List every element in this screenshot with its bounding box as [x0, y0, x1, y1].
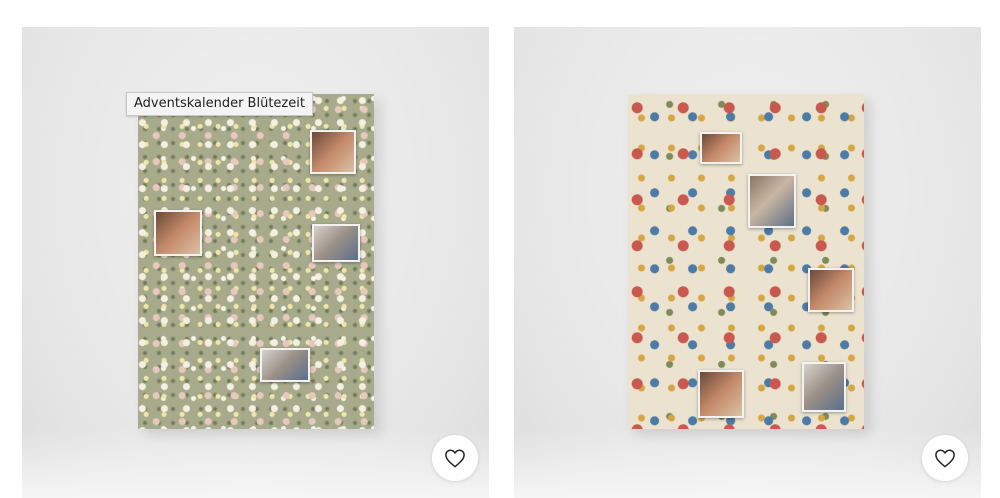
- product-card-2[interactable]: [514, 27, 981, 498]
- calendar-photo-door: [310, 130, 356, 174]
- product-image-advent-calendar-green[interactable]: [138, 94, 374, 429]
- calendar-photo-door: [154, 210, 202, 256]
- favorite-button-2[interactable]: [922, 435, 968, 481]
- heart-icon: [445, 449, 465, 468]
- calendar-photo-door: [312, 224, 360, 262]
- favorite-button-1[interactable]: [432, 435, 478, 481]
- product-image-advent-calendar-cream[interactable]: [628, 94, 864, 429]
- product-tooltip: Adventskalender Blütezeit: [126, 92, 313, 116]
- calendar-photo-door: [808, 268, 854, 312]
- heart-icon: [935, 449, 955, 468]
- calendar-photo-door: [802, 362, 846, 412]
- calendar-photo-door: [260, 348, 310, 382]
- calendar-photo-door: [698, 370, 744, 418]
- calendar-photo-door: [700, 132, 742, 164]
- calendar-photo-door: [748, 174, 796, 228]
